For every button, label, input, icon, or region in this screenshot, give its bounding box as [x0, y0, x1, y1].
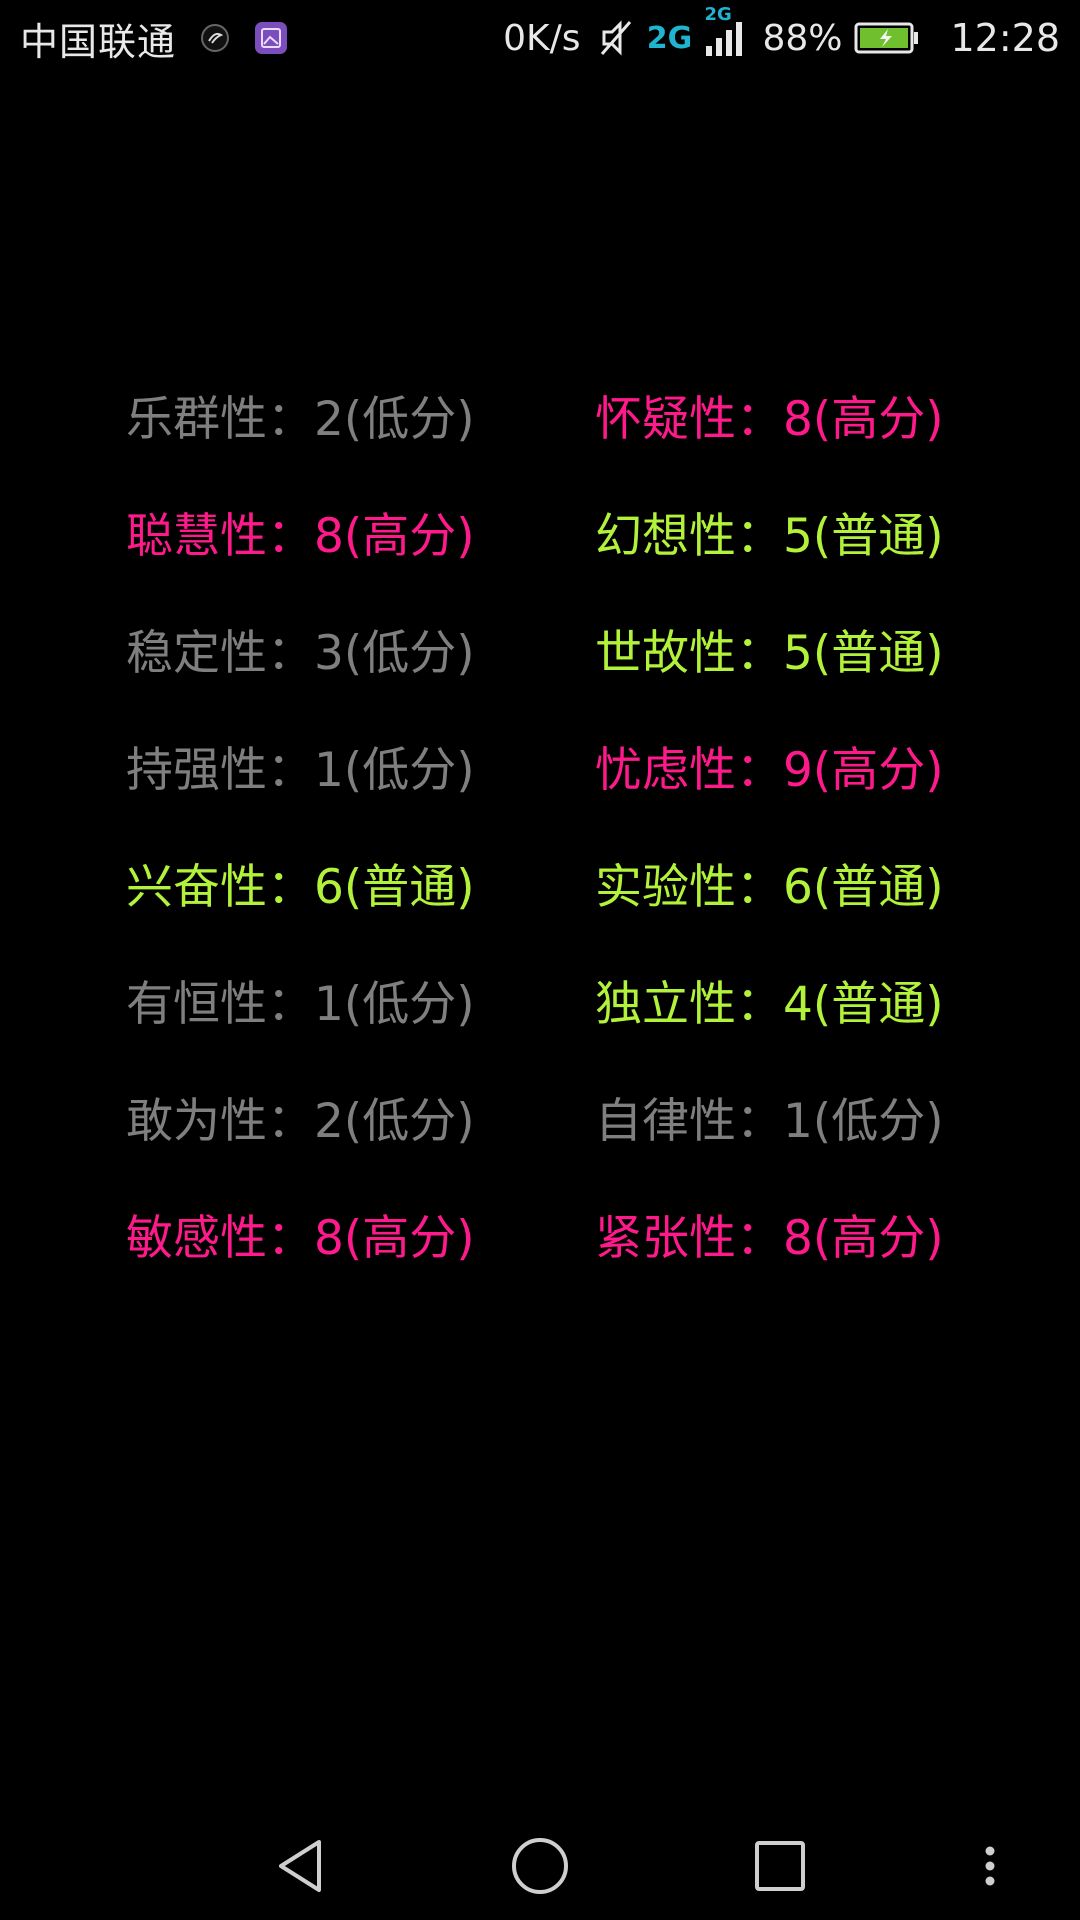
- trait-item: 世故性：5(普通): [595, 626, 944, 681]
- mute-icon: [598, 18, 634, 58]
- battery-icon: [854, 21, 920, 55]
- trait-item: 独立性：4(普通): [595, 977, 944, 1032]
- traits-grid: 乐群性：2(低分) 怀疑性：8(高分) 聪慧性：8(高分) 幻想性：5(普通) 稳定性：…: [126, 380, 956, 1316]
- home-circle-icon: [512, 1838, 568, 1894]
- trait-item: 稳定性：3(低分): [126, 626, 475, 681]
- app-notification-icon: [198, 21, 232, 55]
- trait-item: 实验性：6(普通): [595, 860, 944, 915]
- status-bar: 中国联通 0K/s 2G 2G 88% 12:28: [0, 0, 1080, 76]
- trait-item: 聪慧性：8(高分): [126, 509, 475, 564]
- navigation-bar: [0, 1812, 1080, 1920]
- clock: 12:28: [950, 16, 1060, 60]
- trait-item: 敏感性：8(高分): [126, 1211, 475, 1266]
- back-triangle-icon: [279, 1840, 321, 1892]
- signal-strength-icon: 2G: [704, 4, 748, 58]
- home-button[interactable]: [490, 1812, 590, 1920]
- overflow-dots-icon: [985, 1846, 995, 1886]
- overflow-menu-button[interactable]: [940, 1812, 1040, 1920]
- carrier-name: 中国联通: [20, 19, 177, 64]
- trait-item: 忧虑性：9(高分): [595, 743, 944, 798]
- trait-item: 兴奋性：6(普通): [126, 860, 475, 915]
- network-type-main-icon: 2G: [646, 13, 693, 63]
- trait-item: 紧张性：8(高分): [595, 1211, 944, 1266]
- status-right: 0K/s 2G 2G 88% 12:28: [503, 4, 1060, 63]
- network-speed: 0K/s: [503, 17, 581, 59]
- gallery-notification-icon: [254, 21, 288, 55]
- recents-button[interactable]: [730, 1812, 830, 1920]
- trait-item: 幻想性：5(普通): [595, 509, 944, 564]
- network-type-main: 2G: [646, 20, 693, 56]
- battery-percent: 88%: [762, 17, 843, 59]
- trait-item: 有恒性：1(低分): [126, 977, 475, 1032]
- back-button[interactable]: [250, 1812, 350, 1920]
- trait-item: 乐群性：2(低分): [126, 392, 475, 447]
- network-type-secondary: 2G: [704, 4, 732, 25]
- recents-square-icon: [755, 1841, 805, 1891]
- trait-item: 自律性：1(低分): [595, 1094, 944, 1149]
- trait-item: 敢为性：2(低分): [126, 1094, 475, 1149]
- trait-item: 持强性：1(低分): [126, 743, 475, 798]
- status-left: 中国联通: [20, 11, 288, 66]
- trait-item: 怀疑性：8(高分): [595, 392, 944, 447]
